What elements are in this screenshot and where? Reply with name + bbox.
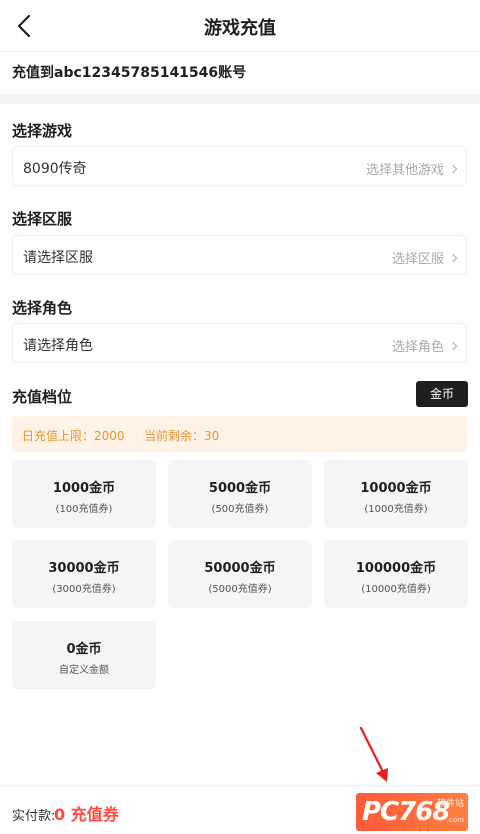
select-server-text: 选择区服: [391, 252, 444, 267]
game-select[interactable]: 8090传奇 选择其他游戏: [12, 146, 467, 186]
tier-note: (500充值券): [211, 504, 269, 515]
select-role-text: 选择角色: [391, 340, 444, 355]
tier-note: (3000充值券): [52, 584, 116, 595]
select-server-link[interactable]: 选择区服: [391, 248, 458, 267]
header-bar: 游戏充值: [0, 0, 480, 52]
role-value: 请选择角色: [23, 338, 93, 354]
currency-toggle-button[interactable]: 金币: [416, 381, 468, 407]
chevron-right-icon: [448, 341, 458, 350]
tier-amount: 0金币: [66, 642, 102, 657]
tier-amount: 50000金币: [204, 561, 276, 576]
account-text: 充值到abc12345785141546账号: [12, 65, 247, 81]
select-server-label: 选择区服: [12, 210, 73, 228]
tier-option[interactable]: 100000金币 (10000充值券): [324, 540, 468, 608]
watermark-domain: .com: [446, 816, 464, 824]
tier-amount: 1000金币: [52, 481, 116, 496]
select-role-link[interactable]: 选择角色: [391, 336, 458, 355]
page-title: 游戏充值: [204, 18, 276, 39]
select-game-label: 选择游戏: [12, 122, 73, 140]
recharge-tier-label: 充值档位: [12, 388, 73, 406]
tier-amount: 30000金币: [48, 561, 120, 576]
tier-note: (1000充值券): [364, 504, 428, 515]
tier-option[interactable]: 10000金币 (1000充值券): [324, 460, 468, 528]
daily-limit-text: 日充值上限：2000: [22, 429, 125, 443]
watermark-subtitle: 软件站: [436, 799, 464, 809]
tier-option[interactable]: 30000金币 (3000充值券): [12, 540, 156, 608]
server-select[interactable]: 请选择区服 选择区服: [12, 235, 467, 275]
tier-option[interactable]: 1000金币 (100充值券): [12, 460, 156, 528]
pay-label: 实付款:: [12, 809, 56, 824]
red-arrow-annotation: [359, 726, 388, 782]
submit-recharge-button[interactable]: PC768 软件站 .com: [356, 793, 468, 831]
server-value: 请选择区服: [23, 250, 93, 266]
tier-option[interactable]: 50000金币 (5000充值券): [168, 540, 312, 608]
select-role-label: 选择角色: [12, 299, 73, 317]
role-select[interactable]: 请选择角色 选择角色: [12, 323, 467, 363]
tier-option-custom[interactable]: 0金币 自定义金额: [12, 621, 156, 689]
tier-amount: 5000金币: [208, 481, 272, 496]
tier-note: (5000充值券): [208, 584, 272, 595]
game-value: 8090传奇: [23, 161, 87, 177]
chevron-right-icon: [448, 253, 458, 262]
remaining-text: 当前剩余：30: [144, 429, 220, 443]
select-other-game-link[interactable]: 选择其他游戏: [365, 159, 458, 178]
tier-amount: 10000金币: [360, 481, 432, 496]
recharge-limit-bar: 日充值上限：2000 当前剩余：30: [12, 416, 467, 452]
select-other-game-text: 选择其他游戏: [365, 163, 444, 178]
tier-note: (100充值券): [55, 504, 113, 515]
pay-amount: 0 充值券: [54, 805, 119, 824]
tier-amount: 100000金币: [355, 561, 437, 576]
section-divider: [0, 94, 480, 104]
tier-option[interactable]: 5000金币 (500充值券): [168, 460, 312, 528]
footer-bar: 实付款: 0 充值券 PC768 软件站 .com: [0, 785, 480, 834]
tier-note: 自定义金额: [59, 665, 109, 676]
chevron-right-icon: [448, 164, 458, 173]
tier-note: (10000充值券): [361, 584, 431, 595]
